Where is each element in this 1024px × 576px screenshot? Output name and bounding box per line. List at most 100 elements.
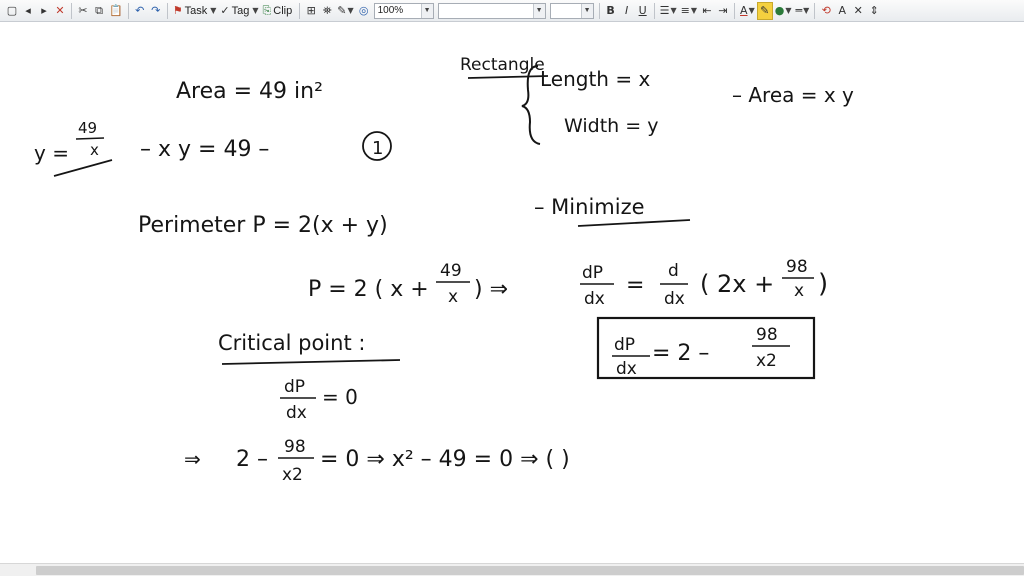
toolbar-separator	[127, 2, 129, 19]
lasso-icon[interactable]: ⟲	[818, 2, 834, 20]
text-icon[interactable]: A	[834, 2, 850, 20]
clip-icon: ⎘	[262, 3, 272, 17]
font-color-label: A	[740, 4, 748, 17]
clip-label: Clip	[273, 4, 293, 17]
rectangle-underline	[467, 75, 549, 79]
back-icon[interactable]: ◂	[20, 2, 36, 20]
chevron-down-icon: ▼	[580, 3, 593, 18]
length-definition: Length = x	[540, 67, 650, 91]
underline-button[interactable]: U	[635, 2, 651, 20]
final-denominator-x2: x2	[282, 465, 303, 485]
toolbar-separator	[653, 2, 655, 19]
toolbar-separator	[734, 2, 736, 19]
toolbar-separator	[299, 2, 301, 19]
cut-icon[interactable]: ✂	[75, 2, 91, 20]
rectangle-label: Rectangle	[460, 55, 545, 75]
copy-icon[interactable]: ⧉	[91, 2, 107, 20]
boxed-rhs: = 2 –	[652, 341, 709, 366]
line-style-icon[interactable]: ═ ▼	[793, 2, 811, 20]
final-rhs: = 0 ⇒ x² – 49 = 0 ⇒ ( )	[320, 447, 570, 472]
close-icon[interactable]: ✕	[850, 2, 866, 20]
implies-arrow: ⇒	[184, 447, 201, 471]
fraction-bar	[75, 137, 105, 140]
chevron-down-icon: ▼	[532, 3, 545, 18]
perimeter-substituted-denominator: x	[448, 287, 458, 307]
area-given: Area = 49 in²	[176, 79, 323, 104]
zoom-select[interactable]: 100% ▼	[373, 2, 434, 19]
chevron-down-icon: ▼	[252, 6, 259, 15]
critical-point-label: Critical point :	[218, 331, 365, 355]
perimeter-substituted-lhs: P = 2 ( x +	[308, 277, 429, 302]
perimeter-equation: Perimeter P = 2(x + y)	[138, 213, 388, 238]
highlighter-icon[interactable]: ✎	[756, 1, 773, 20]
boxed-numerator-98: 98	[756, 325, 778, 345]
toolbar-separator	[814, 2, 816, 19]
scrollbar-thumb[interactable]	[36, 566, 1024, 575]
globe-icon[interactable]: ◎	[356, 2, 372, 20]
handwritten-ink: Rectangle Length = x Width = y – Area = …	[34, 55, 854, 485]
new-page-icon[interactable]: ▢	[4, 2, 20, 20]
toolbar-separator	[71, 2, 72, 19]
perimeter-substituted-numerator: 49	[440, 261, 462, 281]
dx-denominator: dx	[584, 289, 605, 309]
flag-icon: ⚑	[172, 4, 183, 17]
font-size-select[interactable]: ▼	[549, 2, 594, 19]
critical-point-underline	[221, 359, 401, 365]
font-color-button[interactable]: A ▼	[738, 2, 757, 20]
critical-dx-denominator: dx	[286, 403, 307, 423]
zoom-value: 100%	[377, 5, 404, 16]
y-expression-denominator: x	[90, 141, 99, 159]
final-lhs: 2 –	[236, 447, 268, 472]
minimize-underline	[577, 219, 691, 227]
decrease-indent-icon[interactable]: ⇤	[699, 2, 715, 20]
style-select[interactable]: ▼	[437, 2, 546, 19]
tag-icon: ✓	[220, 4, 230, 17]
numbering-icon[interactable]: ≡ ▼	[679, 2, 699, 20]
area-equation: – Area = x y	[732, 83, 854, 107]
redo-icon[interactable]: ↷	[148, 2, 164, 20]
main-toolbar: ▢ ◂ ▸ ✕ ✂ ⧉ 📋 ↶ ↷ ⚑ Task ▼ ✓ Tag ▼ ⎘ Cli…	[0, 0, 1024, 22]
bold-button[interactable]: B	[603, 2, 619, 20]
width-definition: Width = y	[564, 115, 658, 137]
bullets-icon[interactable]: ☰ ▼	[658, 2, 679, 20]
curly-brace	[521, 65, 541, 145]
undo-icon[interactable]: ↶	[132, 2, 148, 20]
toolbar-separator	[166, 2, 168, 19]
denominator-x: x	[794, 281, 804, 301]
delete-icon[interactable]: ✕	[52, 2, 68, 20]
pen-icon[interactable]: ✎ ▼	[335, 2, 355, 20]
minimize-label: – Minimize	[534, 195, 645, 219]
dx-denominator: dx	[664, 289, 685, 309]
chevron-down-icon: ▼	[210, 6, 217, 15]
boxed-dp-numerator: dP	[614, 335, 635, 355]
move-icon[interactable]: ⇕	[866, 2, 882, 20]
insert-picture-icon[interactable]: ⛯	[319, 2, 335, 20]
chevron-down-icon: ▼	[420, 3, 433, 18]
critical-dp-numerator: dP	[284, 377, 305, 397]
tag-button[interactable]: ✓ Tag ▼	[218, 2, 260, 20]
d-numerator: d	[668, 261, 679, 281]
dp-numerator: dP	[582, 263, 603, 283]
derivative-open: ( 2x +	[700, 270, 774, 298]
derivative-close: )	[818, 269, 828, 299]
table-icon[interactable]: ⊞	[303, 2, 319, 20]
forward-icon[interactable]: ▸	[36, 2, 52, 20]
toolbar-separator	[598, 2, 600, 19]
numerator-98: 98	[786, 257, 808, 277]
italic-button[interactable]: I	[619, 2, 635, 20]
paste-icon[interactable]: 📋	[107, 2, 125, 20]
xy-equation: – x y = 49 –	[140, 137, 269, 162]
notes-canvas[interactable]: Rectangle Length = x Width = y – Area = …	[0, 23, 1024, 563]
perimeter-substituted-rhs: ) ⇒	[474, 277, 508, 302]
boxed-denominator-x2: x2	[756, 351, 777, 371]
color-fill-icon[interactable]: ● ▼	[773, 2, 794, 20]
y-expression-numerator: 49	[78, 119, 97, 137]
increase-indent-icon[interactable]: ⇥	[715, 2, 731, 20]
task-label: Task	[184, 4, 208, 17]
boxed-dx-denominator: dx	[616, 359, 637, 379]
chevron-down-icon: ▼	[748, 6, 755, 15]
equals-sign: =	[626, 273, 644, 298]
task-button[interactable]: ⚑ Task ▼	[171, 2, 219, 20]
horizontal-scrollbar[interactable]	[0, 563, 1024, 576]
clip-button[interactable]: ⎘ Clip	[260, 2, 296, 20]
